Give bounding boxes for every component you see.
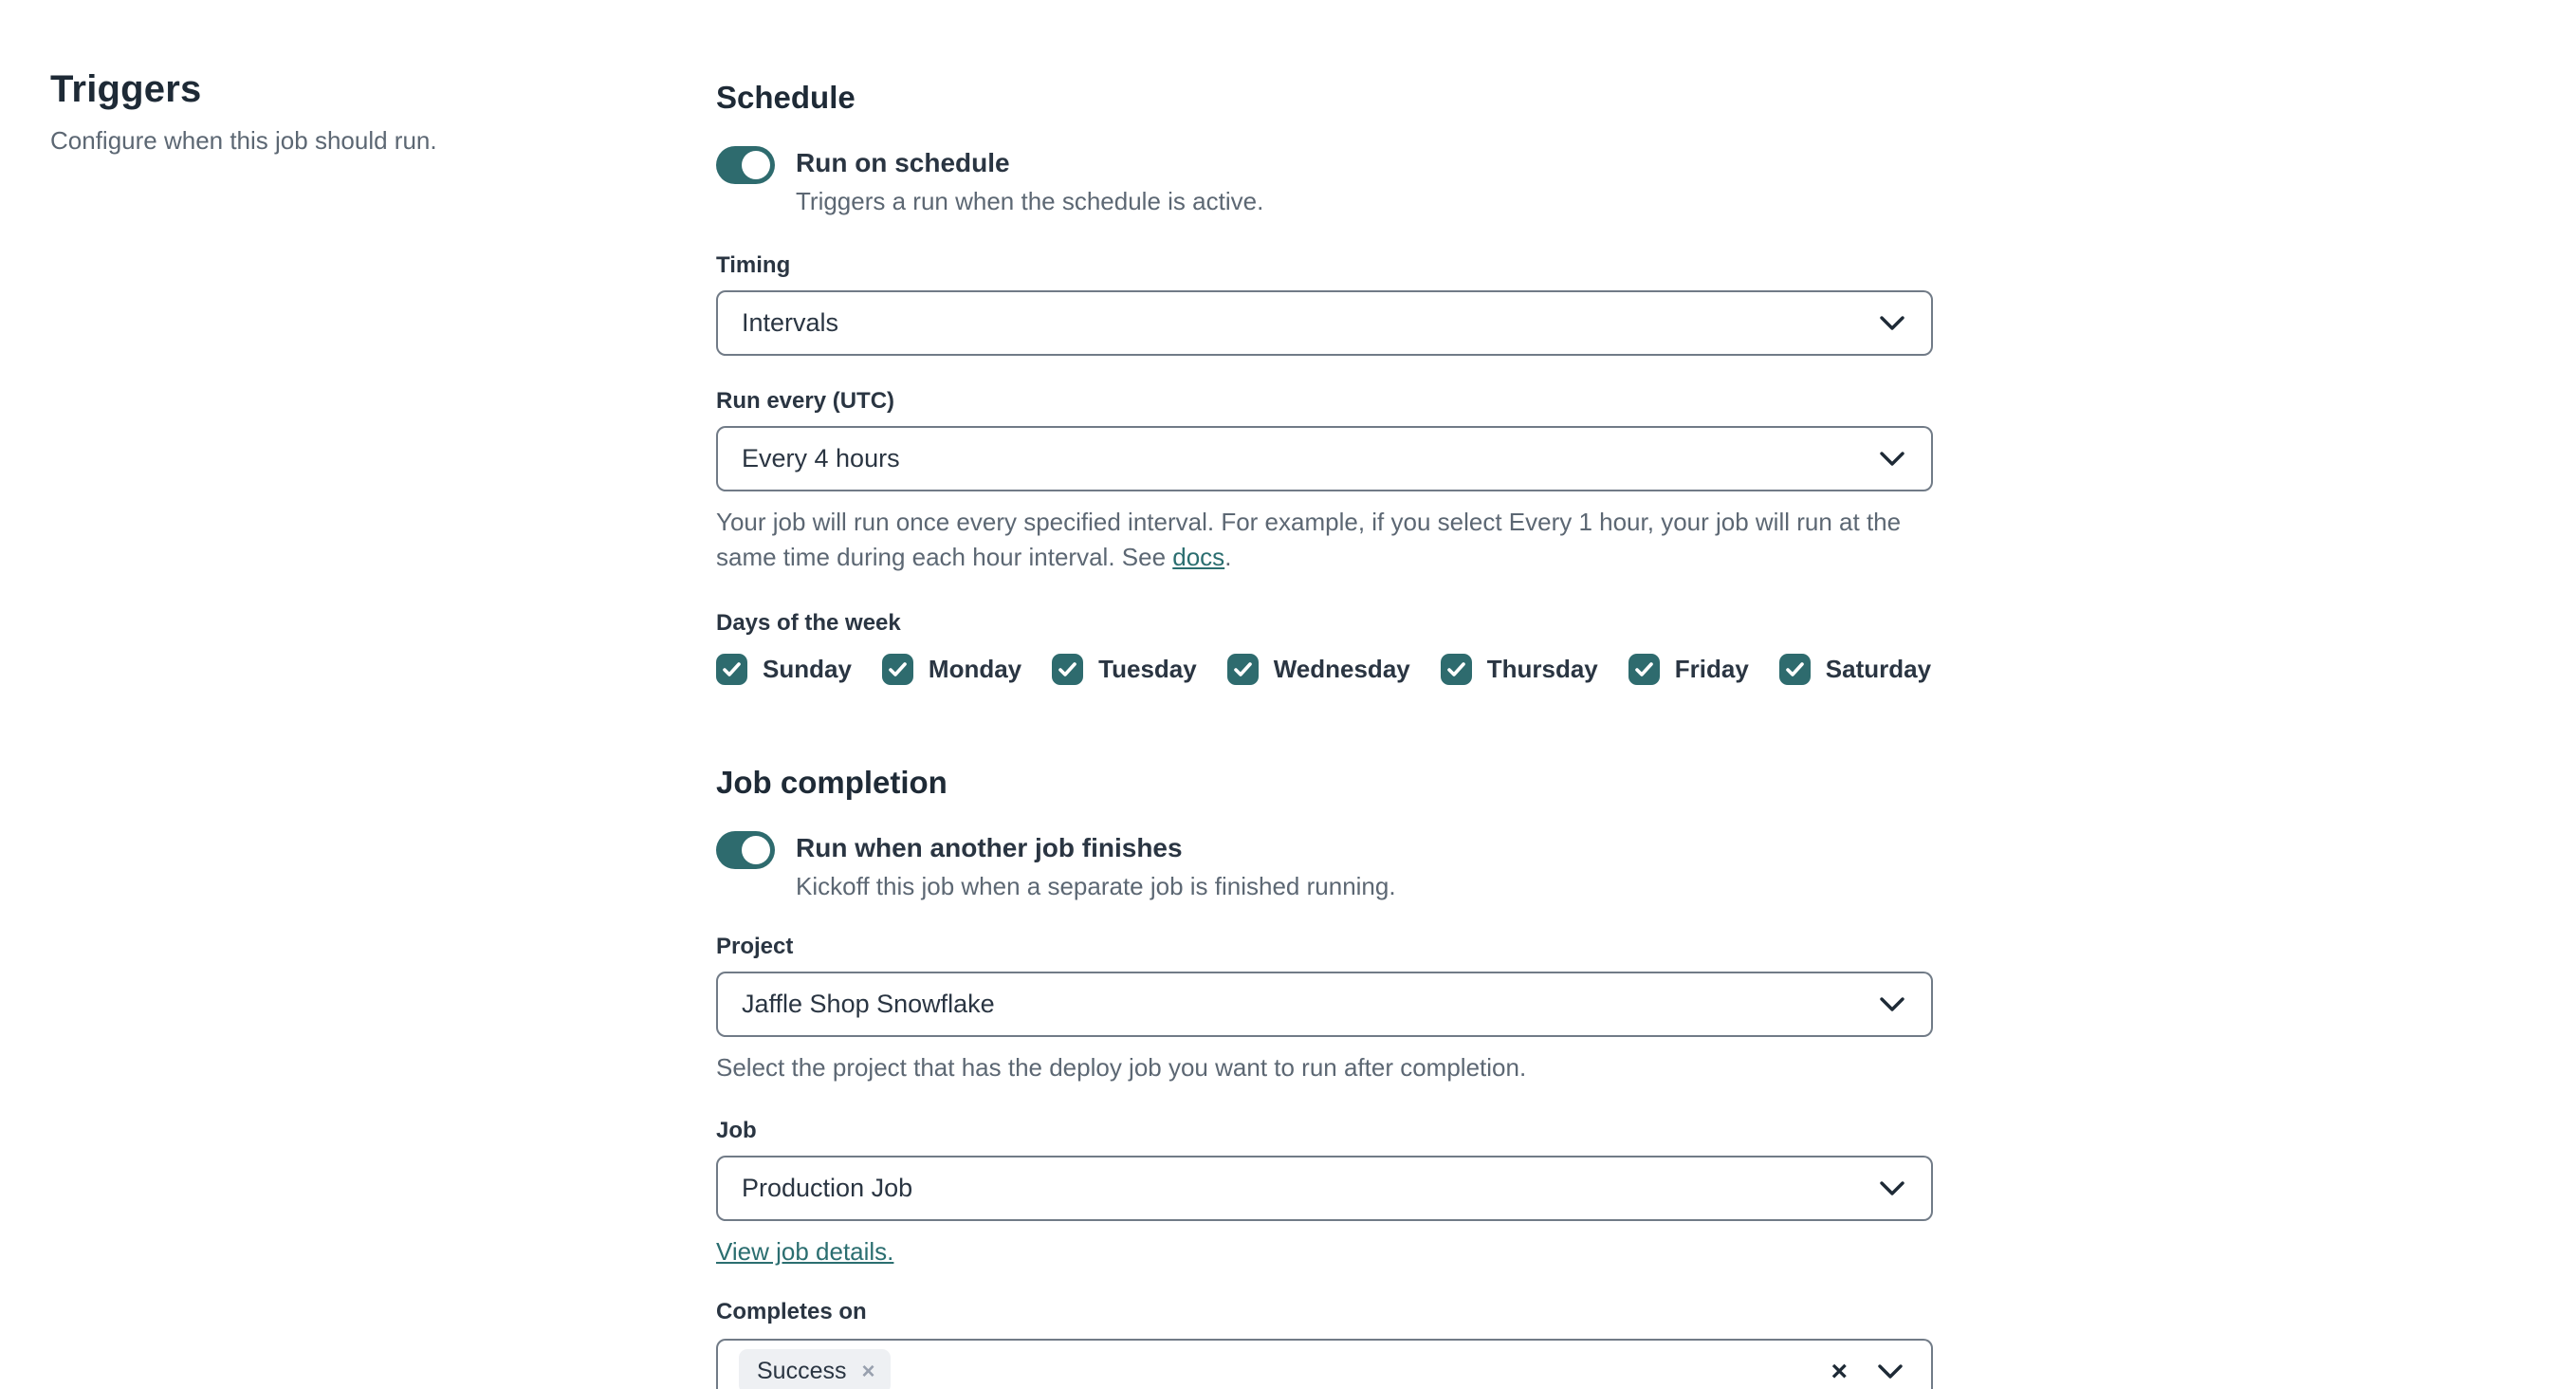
page-title: Triggers [50, 68, 202, 110]
schedule-heading: Schedule [716, 80, 856, 115]
toggle-knob-icon [742, 151, 770, 179]
day-label: Friday [1674, 655, 1749, 683]
timing-label: Timing [716, 252, 791, 278]
schedule-section: Schedule Run on schedule Triggers a run … [716, 80, 1933, 685]
job-completion-heading: Job completion [716, 765, 948, 800]
triggers-settings-page: Triggers Configure when this job should … [0, 0, 2576, 1389]
day-checkbox-wednesday[interactable]: Wednesday [1226, 654, 1410, 685]
run-every-help: Your job will run once every specified i… [716, 505, 1933, 575]
timing-select[interactable]: Intervals [716, 290, 1933, 356]
chevron-down-icon [1880, 1180, 1904, 1195]
triggers-form: Schedule Run on schedule Triggers a run … [716, 80, 1933, 1389]
day-label: Wednesday [1273, 655, 1410, 683]
run-every-help-text: Your job will run once every specified i… [716, 508, 1902, 571]
view-job-details-link[interactable]: View job details. [716, 1237, 893, 1267]
job-select-value: Production Job [742, 1174, 913, 1202]
checkbox-checked-icon [1440, 654, 1472, 685]
run-every-help-period: . [1224, 543, 1232, 571]
remove-tag-icon[interactable]: × [861, 1360, 874, 1383]
run-on-schedule-row: Run on schedule Triggers a run when the … [716, 146, 1933, 216]
day-label: Thursday [1486, 655, 1598, 683]
project-select-value: Jaffle Shop Snowflake [742, 990, 995, 1018]
day-label: Monday [928, 655, 1022, 683]
clear-all-icon[interactable]: × [1831, 1357, 1848, 1386]
checkbox-checked-icon [1226, 654, 1259, 685]
chevron-down-icon [1880, 996, 1904, 1011]
day-checkbox-monday[interactable]: Monday [881, 654, 1022, 685]
docs-link[interactable]: docs [1172, 543, 1224, 571]
run-on-schedule-text: Run on schedule Triggers a run when the … [796, 146, 1263, 216]
run-on-schedule-description: Triggers a run when the schedule is acti… [796, 187, 1264, 215]
status-tag: Success × [739, 1349, 891, 1389]
chevron-down-icon [1880, 315, 1904, 330]
job-completion-section: Job completion Run when another job fini… [716, 765, 1933, 1389]
days-of-week-label: Days of the week [716, 610, 901, 636]
checkbox-checked-icon [716, 654, 747, 685]
job-select[interactable]: Production Job [716, 1156, 1933, 1221]
project-label: Project [716, 934, 794, 959]
run-when-job-finishes-label: Run when another job finishes [796, 833, 1183, 862]
page-subtitle: Configure when this job should run. [50, 126, 437, 155]
status-tag-label: Success [757, 1358, 847, 1384]
run-every-select[interactable]: Every 4 hours [716, 426, 1933, 491]
day-checkbox-sunday[interactable]: Sunday [716, 654, 852, 685]
chevron-down-icon[interactable] [1878, 1363, 1903, 1380]
run-when-job-finishes-description: Kickoff this job when a separate job is … [796, 872, 1396, 900]
project-help: Select the project that has the deploy j… [716, 1053, 1527, 1082]
run-on-schedule-label: Run on schedule [796, 148, 1010, 177]
day-checkbox-tuesday[interactable]: Tuesday [1052, 654, 1197, 685]
run-when-job-finishes-text: Run when another job finishes Kickoff th… [796, 831, 1396, 901]
run-when-job-finishes-row: Run when another job finishes Kickoff th… [716, 831, 1933, 901]
day-label: Sunday [763, 655, 852, 683]
completes-on-label: Completes on [716, 1299, 867, 1324]
project-select[interactable]: Jaffle Shop Snowflake [716, 972, 1933, 1037]
checkbox-checked-icon [1628, 654, 1660, 685]
checkbox-checked-icon [1778, 654, 1811, 685]
day-checkbox-saturday[interactable]: Saturday [1778, 654, 1932, 685]
job-label: Job [716, 1118, 757, 1143]
day-label: Saturday [1825, 655, 1932, 683]
completes-on-multiselect[interactable]: Success × × [716, 1339, 1933, 1389]
checkbox-checked-icon [881, 654, 913, 685]
run-when-job-finishes-toggle[interactable] [716, 831, 775, 869]
run-on-schedule-toggle[interactable] [716, 146, 775, 184]
run-every-label: Run every (UTC) [716, 388, 895, 414]
days-of-week-group: Sunday Monday Tuesday Wednesday Thursday [716, 654, 1933, 685]
checkbox-checked-icon [1052, 654, 1084, 685]
timing-select-value: Intervals [742, 308, 839, 337]
triggers-intro-panel: Triggers Configure when this job should … [50, 68, 638, 156]
day-label: Tuesday [1098, 655, 1197, 683]
day-checkbox-friday[interactable]: Friday [1628, 654, 1749, 685]
chevron-down-icon [1880, 451, 1904, 466]
day-checkbox-thursday[interactable]: Thursday [1440, 654, 1598, 685]
run-every-select-value: Every 4 hours [742, 444, 900, 472]
toggle-knob-icon [742, 836, 770, 864]
